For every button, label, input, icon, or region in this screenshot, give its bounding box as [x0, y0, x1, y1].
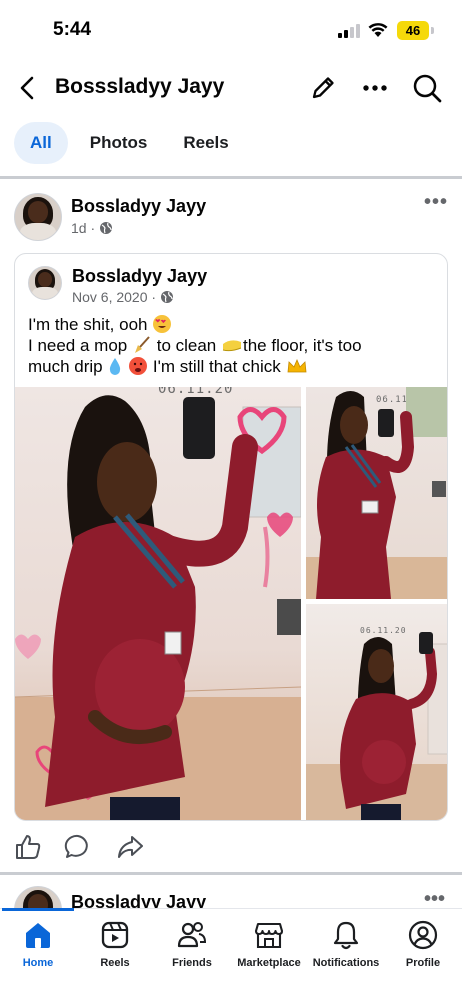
- shared-meta: Nov 6, 2020 ·: [72, 289, 174, 305]
- comment-icon[interactable]: [64, 833, 92, 861]
- battery-tip: [431, 27, 434, 34]
- caption-line3b: I'm still that chick: [152, 357, 281, 376]
- back-arrow-icon[interactable]: [14, 74, 42, 102]
- shared-post-card[interactable]: Bossladyy Jayy Nov 6, 2020 · I'm the shi…: [14, 253, 448, 821]
- marketplace-icon: [254, 922, 284, 949]
- section-divider: [0, 872, 462, 875]
- post-photo-main[interactable]: 06.11.20: [15, 387, 301, 820]
- share-icon[interactable]: [116, 833, 144, 861]
- globe-icon: [160, 291, 173, 303]
- section-divider: [0, 176, 462, 179]
- mirror-selfie-illustration: [306, 387, 447, 599]
- post-more-button[interactable]: •••: [424, 191, 448, 214]
- nav-friends-label: Friends: [172, 957, 212, 969]
- shared-date: Nov 6, 2020: [72, 289, 148, 305]
- nav-notifications-label: Notifications: [312, 957, 380, 969]
- caption-line2b: to clean: [156, 336, 217, 355]
- caption-line2c: the floor, it's too: [243, 336, 362, 355]
- post-author-name[interactable]: Bossladyy Jayy: [71, 196, 206, 217]
- nav-reels-label: Reels: [100, 957, 130, 969]
- mirror-selfie-illustration: [306, 632, 447, 820]
- status-bar: 5:44 46: [0, 0, 462, 60]
- sponge-emoji-icon: [222, 340, 242, 352]
- filter-tabs: All Photos Reels: [14, 122, 251, 166]
- crown-emoji-icon: [287, 358, 306, 373]
- nav-reels[interactable]: Reels: [75, 919, 155, 983]
- separator-dot: ·: [90, 220, 100, 236]
- post-time: 1d: [71, 220, 87, 236]
- post-meta: 1d ·: [71, 220, 113, 236]
- broom-emoji-icon: [134, 336, 150, 353]
- reels-icon: [101, 921, 129, 949]
- nav-profile[interactable]: Profile: [383, 919, 462, 983]
- shared-avatar[interactable]: [28, 266, 62, 300]
- post-caption: I'm the shit, ooh I need a mop to clean …: [28, 314, 438, 377]
- profile-icon: [408, 920, 438, 950]
- tab-all[interactable]: All: [14, 122, 68, 164]
- droplet-emoji-icon: [110, 358, 121, 375]
- search-icon[interactable]: [411, 72, 443, 104]
- caption-line3a: much drip: [28, 357, 103, 376]
- cellular-signal-icon: [338, 24, 360, 38]
- heart-eyes-emoji-icon: [153, 315, 172, 333]
- nav-marketplace[interactable]: Marketplace: [229, 919, 309, 983]
- caption-line1: I'm the shit, ooh: [28, 315, 148, 334]
- post-actions: [14, 830, 214, 864]
- bell-icon: [333, 921, 359, 950]
- status-time: 5:44: [53, 19, 92, 40]
- bottom-navigation: Home Reels Friends Marketplace Notificat…: [0, 908, 462, 1000]
- post-photo-3[interactable]: 06.11.20: [306, 604, 447, 820]
- nav-home[interactable]: Home: [0, 919, 78, 983]
- home-icon: [26, 923, 50, 948]
- tab-reels[interactable]: Reels: [169, 122, 242, 164]
- page-title: Bosssladyy Jayy: [55, 75, 225, 98]
- pencil-icon[interactable]: [308, 73, 338, 103]
- post-header: Bossladyy Jayy 1d · •••: [14, 191, 448, 243]
- nav-profile-label: Profile: [405, 957, 441, 969]
- mirror-selfie-illustration: [15, 395, 301, 820]
- active-tab-indicator: [2, 908, 74, 911]
- tab-photos[interactable]: Photos: [76, 122, 162, 164]
- nav-notifications[interactable]: Notifications: [306, 919, 386, 983]
- hot-face-emoji-icon: [129, 357, 148, 375]
- globe-icon: [100, 222, 113, 234]
- shared-author-name[interactable]: Bossladyy Jayy: [72, 266, 207, 287]
- nav-marketplace-label: Marketplace: [237, 957, 301, 969]
- more-options-icon[interactable]: [360, 73, 390, 103]
- page-header: Bosssladyy Jayy: [0, 62, 462, 114]
- post-photo-2[interactable]: 06.11.20: [306, 387, 447, 599]
- battery-indicator: 46: [397, 21, 429, 40]
- nav-friends[interactable]: Friends: [152, 919, 232, 983]
- separator-dot: ·: [151, 289, 160, 305]
- wifi-icon: [368, 23, 388, 37]
- like-icon[interactable]: [14, 833, 42, 861]
- avatar[interactable]: [14, 193, 62, 241]
- friends-icon: [177, 922, 207, 948]
- caption-line2a: I need a mop: [28, 336, 128, 355]
- nav-home-label: Home: [22, 957, 54, 969]
